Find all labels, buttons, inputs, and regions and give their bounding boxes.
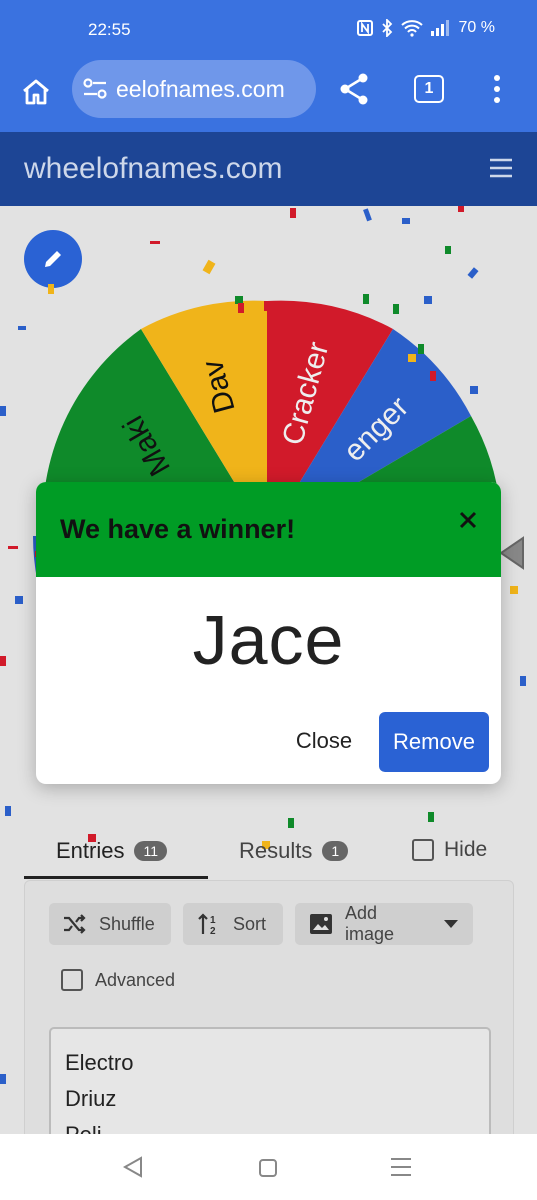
battery-text: 70 % <box>458 19 495 36</box>
dialog-header: We have a winner! <box>36 482 501 577</box>
site-title[interactable]: wheelofnames.com <box>24 152 282 186</box>
close-icon[interactable] <box>456 508 480 532</box>
recents-icon[interactable] <box>390 1157 412 1177</box>
status-bar: 22:55 70 % <box>0 0 537 60</box>
system-navigation-bar <box>0 1134 537 1200</box>
remove-button[interactable]: Remove <box>379 712 489 772</box>
url-text: eelofnames.com <box>116 76 285 102</box>
share-button[interactable] <box>338 72 370 111</box>
site-settings-icon[interactable] <box>82 77 108 101</box>
dialog-title: We have a winner! <box>60 514 296 544</box>
wifi-icon <box>400 20 423 37</box>
home-nav-icon[interactable] <box>258 1158 278 1178</box>
status-icons: 70 % <box>356 19 495 37</box>
signal-icon <box>430 20 449 36</box>
tab-switcher-button[interactable]: 1 <box>414 75 444 103</box>
home-icon <box>23 79 49 105</box>
winner-dialog: We have a winner! Jace Close Remove <box>36 482 501 784</box>
address-bar[interactable]: eelofnames.com <box>72 60 316 118</box>
share-icon <box>340 73 368 105</box>
close-button[interactable]: Close <box>281 712 367 770</box>
back-icon[interactable] <box>122 1156 144 1178</box>
more-vert-icon <box>494 75 500 103</box>
site-header: wheelofnames.com <box>0 132 537 206</box>
bluetooth-icon <box>381 19 392 37</box>
home-button[interactable] <box>18 74 54 110</box>
nfc-icon <box>356 20 373 36</box>
browser-menu-button[interactable] <box>492 74 502 109</box>
browser-toolbar: eelofnames.com 1 <box>0 60 537 132</box>
hamburger-menu-icon[interactable] <box>489 158 513 178</box>
status-time: 22:55 <box>88 20 131 39</box>
winner-name: Jace <box>192 601 345 679</box>
